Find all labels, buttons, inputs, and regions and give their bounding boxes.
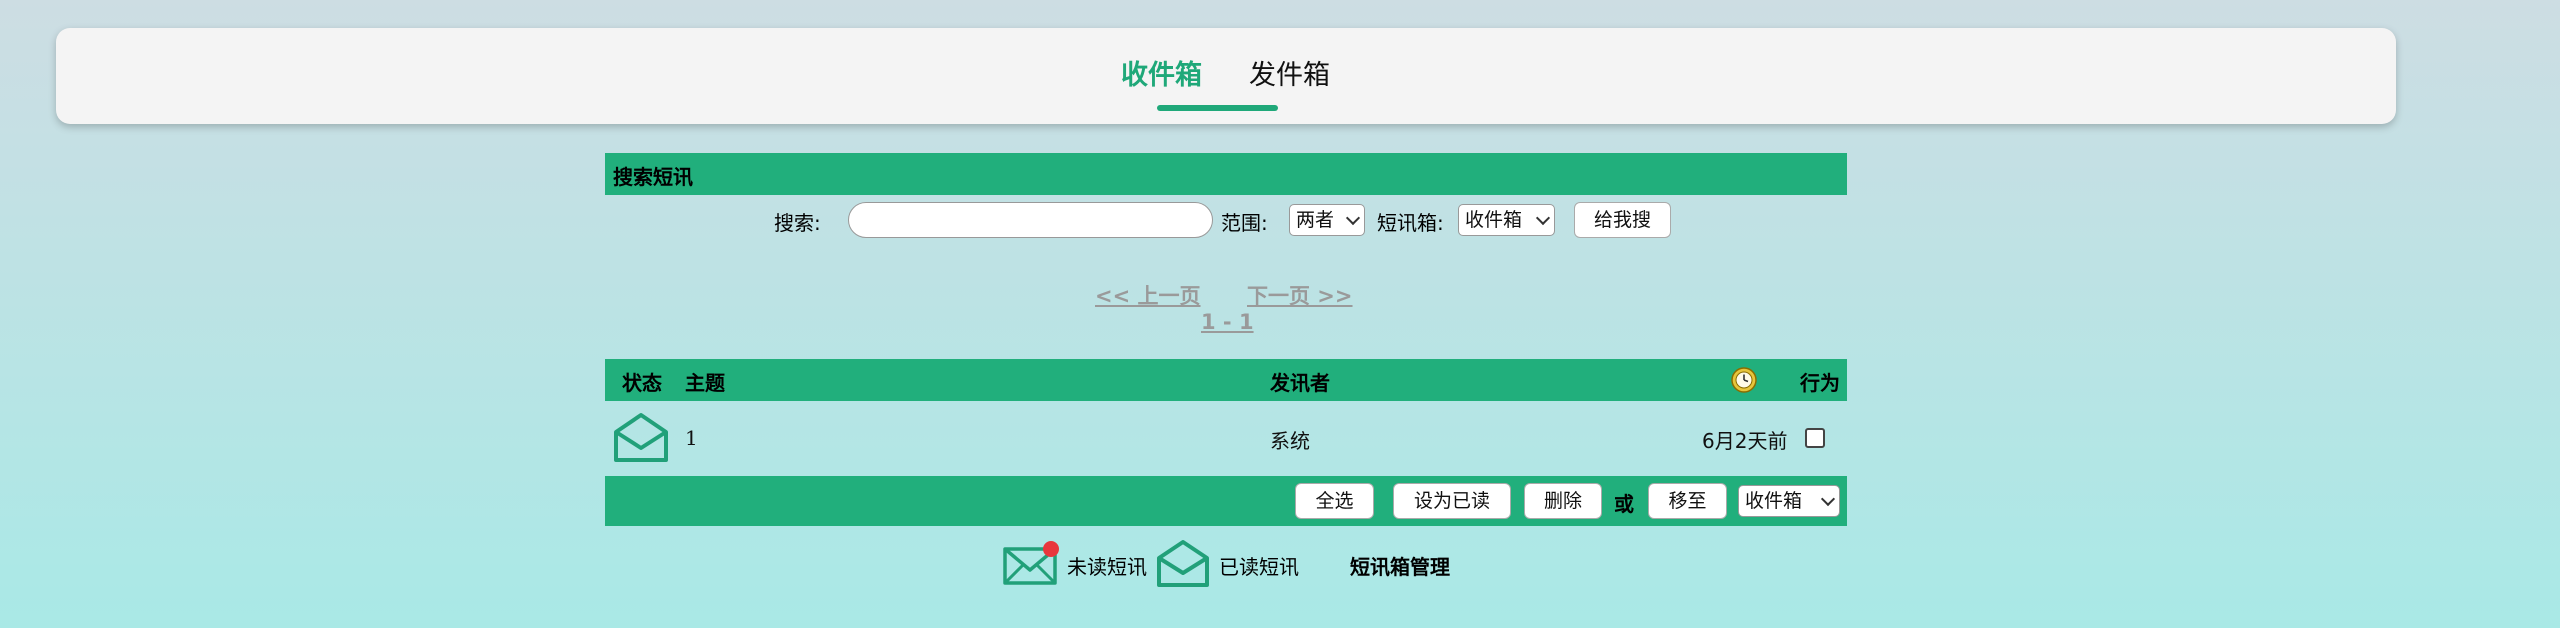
mailbox-manage-link[interactable]: 短讯箱管理 [1350,551,1450,580]
or-label: 或 [1614,492,1634,516]
search-range-value: 两者 [1296,209,1335,231]
active-tab-indicator [1157,105,1278,111]
read-envelope-icon [1157,540,1209,587]
search-range-select[interactable]: 两者 [1289,204,1365,236]
search-box-select[interactable]: 收件箱 [1458,204,1555,236]
legend-unread-label: 未读短讯 [1067,555,1147,579]
mark-read-button[interactable]: 设为已读 [1393,483,1511,519]
read-envelope-icon[interactable] [613,411,669,463]
search-header-title: 搜索短讯 [613,165,693,189]
column-header-sender: 发讯者 [1270,371,1330,395]
search-keyword-label: 搜索: [774,211,821,235]
search-box-value: 收件箱 [1465,209,1523,231]
move-target-value: 收件箱 [1745,490,1803,512]
move-to-button[interactable]: 移至 [1648,483,1727,519]
prev-page-link[interactable]: << 上一页 [1095,280,1201,310]
search-range-label: 范围: [1221,211,1268,235]
next-page-link[interactable]: 下一页 >> [1247,280,1353,310]
tab-inbox[interactable]: 收件箱 [1121,58,1202,94]
chevron-down-icon [1345,210,1361,226]
search-box-label: 短讯箱: [1377,211,1444,235]
message-table-header: 状态 主题 发讯者 行为 [605,359,1847,401]
delete-button[interactable]: 删除 [1524,483,1602,519]
search-header-bar: 搜索短讯 [605,153,1847,195]
column-header-action: 行为 [1800,371,1840,395]
message-select-checkbox[interactable] [1805,428,1825,448]
tab-outbox[interactable]: 发件箱 [1249,58,1330,94]
search-keyword-input[interactable] [848,202,1213,238]
legend-read-label: 已读短讯 [1219,555,1299,579]
message-subject-link[interactable]: 1 [685,426,698,450]
clock-icon[interactable] [1730,366,1758,394]
table-row: 1 系统 6月2天前 [605,401,1847,476]
column-header-status: 状态 [622,371,662,395]
top-tab-bar: 收件箱 发件箱 [56,28,2396,124]
search-submit-button[interactable]: 给我搜 [1574,202,1671,238]
message-sender: 系统 [1270,429,1310,453]
unread-envelope-icon [1003,541,1059,585]
message-action-bar: 全选 设为已读 删除 或 移至 收件箱 [605,476,1847,526]
column-header-subject: 主题 [685,371,725,395]
move-target-select[interactable]: 收件箱 [1738,485,1840,517]
page-range-link[interactable]: 1 - 1 [1201,310,1254,334]
chevron-down-icon [1820,491,1836,507]
select-all-button[interactable]: 全选 [1295,483,1374,519]
chevron-down-icon [1535,210,1551,226]
message-time: 6月2天前 [1702,429,1788,453]
